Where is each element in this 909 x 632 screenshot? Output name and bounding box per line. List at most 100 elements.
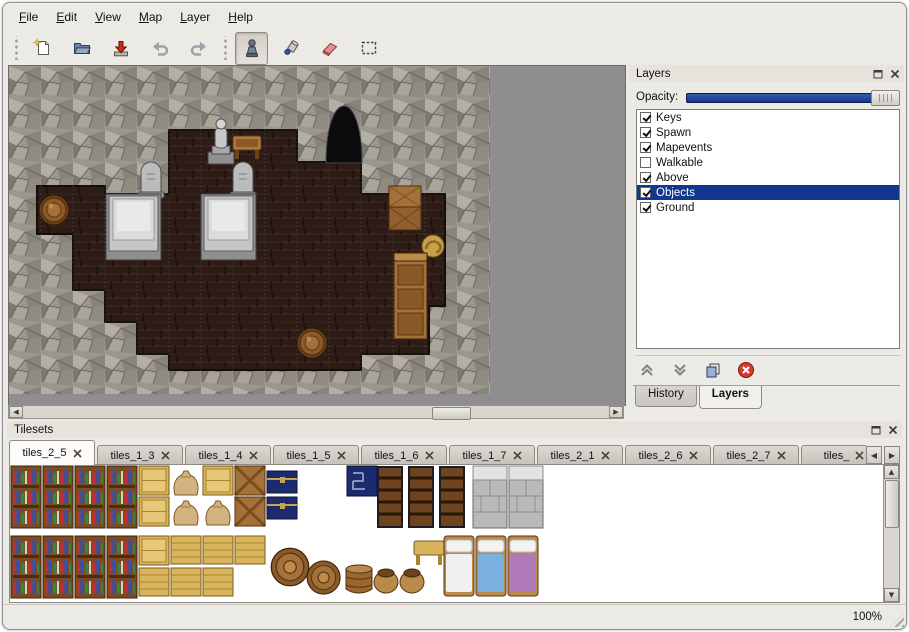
- close-icon: [888, 425, 898, 435]
- layer-checkbox[interactable]: [640, 172, 651, 183]
- duplicate-layer-button[interactable]: [702, 359, 724, 381]
- dock-float-button[interactable]: [869, 423, 882, 436]
- map-canvas[interactable]: [9, 66, 623, 403]
- tab-close-icon[interactable]: [425, 451, 434, 460]
- tileset-tab[interactable]: tiles_1_5: [273, 445, 359, 465]
- toolbar-drag-handle[interactable]: [13, 36, 19, 60]
- opacity-slider[interactable]: [686, 89, 900, 105]
- layer-row[interactable]: Mapevents: [637, 140, 899, 155]
- scroll-left-arrow-icon[interactable]: ◀: [9, 406, 23, 418]
- tileset-tab[interactable]: tiles_: [801, 445, 866, 465]
- scroll-down-arrow-icon[interactable]: ▼: [884, 588, 899, 602]
- tab-close-icon[interactable]: [855, 451, 864, 460]
- tileset-vertical-scrollbar[interactable]: ▲ ▼: [883, 465, 899, 602]
- layer-row[interactable]: Spawn: [637, 125, 899, 140]
- stamp-tool-button[interactable]: [235, 32, 268, 65]
- layer-checkbox[interactable]: [640, 187, 651, 198]
- dock-close-button[interactable]: [888, 67, 901, 80]
- menu-help[interactable]: Help: [220, 8, 261, 26]
- tab-layers[interactable]: Layers: [699, 386, 762, 409]
- open-button[interactable]: [65, 32, 98, 65]
- tileset-tab[interactable]: tiles_1_6: [361, 445, 447, 465]
- layer-row[interactable]: Walkable: [637, 155, 899, 170]
- tileset-tab[interactable]: tiles_2_6: [625, 445, 711, 465]
- tilesets-dock-titlebar[interactable]: Tilesets: [7, 421, 902, 438]
- tileset-tab-label: tiles_: [824, 450, 850, 462]
- tileset-tab[interactable]: tiles_2_5: [9, 440, 95, 465]
- lower-layer-button[interactable]: [669, 359, 691, 381]
- tab-close-icon[interactable]: [73, 449, 82, 458]
- tileset-canvas[interactable]: [10, 465, 887, 600]
- layer-row[interactable]: Objects: [637, 185, 899, 200]
- layer-label: Walkable: [656, 157, 703, 169]
- menu-layer[interactable]: Layer: [172, 8, 218, 26]
- tab-scroll-right-icon[interactable]: ▶: [884, 446, 900, 464]
- tab-close-icon[interactable]: [161, 451, 170, 460]
- tileset-tab[interactable]: tiles_1_4: [185, 445, 271, 465]
- tileset-tab[interactable]: tiles_2_7: [713, 445, 799, 465]
- opacity-slider-handle[interactable]: [871, 90, 900, 106]
- tab-scroll-left-icon[interactable]: ◀: [866, 446, 882, 464]
- tab-close-icon[interactable]: [337, 451, 346, 460]
- layer-checkbox[interactable]: [640, 202, 651, 213]
- save-icon: [111, 38, 131, 58]
- layer-checkbox[interactable]: [640, 127, 651, 138]
- vertical-scroll-thumb[interactable]: [885, 480, 899, 528]
- tab-history[interactable]: History: [635, 386, 697, 407]
- tileset-tab[interactable]: tiles_1_7: [449, 445, 535, 465]
- undo-button[interactable]: [143, 32, 176, 65]
- scroll-right-arrow-icon[interactable]: ▶: [609, 406, 623, 418]
- tileset-tab[interactable]: tiles_1_3: [97, 445, 183, 465]
- menu-file[interactable]: File: [11, 8, 46, 26]
- layers-dock-titlebar[interactable]: Layers: [629, 65, 904, 82]
- horizontal-scroll-thumb[interactable]: [432, 407, 471, 420]
- tab-close-icon[interactable]: [249, 451, 258, 460]
- layer-label: Keys: [656, 112, 682, 124]
- tileset-tab[interactable]: tiles_2_1: [537, 445, 623, 465]
- raise-layer-button[interactable]: [636, 359, 658, 381]
- tab-close-icon[interactable]: [601, 451, 610, 460]
- tab-close-icon[interactable]: [513, 451, 522, 460]
- layer-list[interactable]: Keys Spawn Mapevents Walkable Above Obje…: [636, 109, 900, 349]
- tombstone: [138, 162, 164, 198]
- layer-label: Ground: [656, 202, 694, 214]
- scroll-up-arrow-icon[interactable]: ▲: [884, 465, 899, 479]
- menu-edit[interactable]: Edit: [48, 8, 85, 26]
- toolbar-drag-handle[interactable]: [222, 36, 228, 60]
- save-button[interactable]: [104, 32, 137, 65]
- resize-grip[interactable]: [890, 613, 904, 627]
- barrel: [39, 195, 69, 225]
- map-horizontal-scrollbar[interactable]: ◀ ▶: [8, 405, 624, 419]
- app-window: File Edit View Map Layer Help: [2, 2, 907, 630]
- tileset-tab-label: tiles_1_7: [462, 450, 506, 462]
- opacity-slider-groove[interactable]: [686, 93, 900, 103]
- layers-dock: Layers Opacity:: [629, 65, 904, 413]
- map-canvas-frame: [8, 65, 626, 406]
- layer-checkbox[interactable]: [640, 112, 651, 123]
- layer-checkbox[interactable]: [640, 142, 651, 153]
- eraser-tool-button[interactable]: [313, 32, 346, 65]
- dock-float-button[interactable]: [871, 67, 884, 80]
- layer-checkbox[interactable]: [640, 157, 651, 168]
- new-map-button[interactable]: [26, 32, 59, 65]
- tileset-tab-label: tiles_2_1: [550, 450, 594, 462]
- tileset-tab-label: tiles_1_3: [110, 450, 154, 462]
- tab-close-icon[interactable]: [777, 451, 786, 460]
- tab-close-icon[interactable]: [689, 451, 698, 460]
- redo-button[interactable]: [182, 32, 215, 65]
- crypt-slab: [201, 194, 256, 260]
- dock-close-button[interactable]: [886, 423, 899, 436]
- menu-map[interactable]: Map: [131, 8, 170, 26]
- menu-view[interactable]: View: [87, 8, 129, 26]
- select-tool-button[interactable]: [352, 32, 385, 65]
- tombstone: [230, 162, 256, 198]
- layer-row[interactable]: Ground: [637, 200, 899, 215]
- dock-tab-bar: History Layers: [633, 385, 900, 412]
- delete-layer-button[interactable]: [735, 359, 757, 381]
- undo-icon: [150, 38, 170, 58]
- tileset-tab-label: tiles_1_5: [286, 450, 330, 462]
- status-bar: 100%: [3, 604, 906, 629]
- fill-tool-button[interactable]: [274, 32, 307, 65]
- layer-row[interactable]: Above: [637, 170, 899, 185]
- layer-row[interactable]: Keys: [637, 110, 899, 125]
